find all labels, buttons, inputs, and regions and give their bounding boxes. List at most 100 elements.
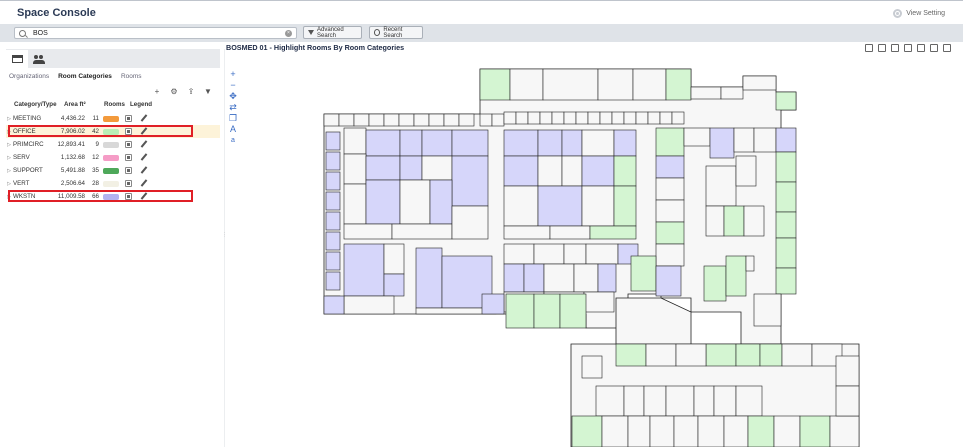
room[interactable]: [583, 291, 615, 313]
room[interactable]: [365, 155, 401, 181]
view-setting-link[interactable]: View Setting: [893, 9, 945, 18]
room[interactable]: [503, 185, 539, 227]
room[interactable]: [775, 237, 797, 269]
room[interactable]: [527, 111, 541, 125]
room[interactable]: [829, 415, 860, 447]
room[interactable]: [365, 179, 401, 225]
room[interactable]: [581, 185, 615, 227]
room[interactable]: [503, 225, 551, 240]
subtab-rooms[interactable]: Rooms: [121, 73, 142, 80]
expand-arrow-icon[interactable]: ▷: [6, 168, 12, 174]
room[interactable]: [451, 205, 489, 240]
workstation[interactable]: [325, 211, 341, 231]
room[interactable]: [671, 111, 685, 125]
room[interactable]: [835, 355, 860, 387]
room[interactable]: [723, 415, 749, 447]
room[interactable]: [615, 343, 647, 367]
room[interactable]: [705, 165, 737, 207]
room[interactable]: [720, 86, 744, 100]
workstation[interactable]: [325, 151, 341, 171]
workstation[interactable]: [325, 231, 341, 251]
clear-search-icon[interactable]: ×: [285, 29, 292, 37]
room[interactable]: [705, 205, 725, 237]
room[interactable]: [542, 68, 599, 101]
tag-icon[interactable]: [904, 44, 912, 52]
list-item[interactable]: ▷ VERT 2,506.64 28: [6, 177, 220, 190]
list-item[interactable]: ▷ WKSTN 11,009.58 66: [6, 190, 220, 203]
room[interactable]: [481, 293, 505, 315]
layers-icon[interactable]: [917, 44, 925, 52]
room[interactable]: [595, 385, 625, 417]
room[interactable]: [368, 113, 385, 127]
room[interactable]: [479, 113, 493, 127]
room[interactable]: [747, 415, 775, 447]
room[interactable]: [587, 111, 601, 125]
room[interactable]: [421, 155, 453, 181]
room[interactable]: [627, 415, 651, 447]
room[interactable]: [775, 181, 797, 213]
room[interactable]: [575, 111, 589, 125]
room[interactable]: [581, 129, 615, 157]
room[interactable]: [643, 385, 667, 417]
room[interactable]: [421, 129, 453, 157]
room[interactable]: [429, 179, 453, 225]
room[interactable]: [415, 247, 443, 309]
room[interactable]: [835, 385, 860, 417]
room[interactable]: [398, 113, 415, 127]
room[interactable]: [723, 205, 745, 237]
room[interactable]: [383, 273, 405, 297]
room[interactable]: [458, 113, 475, 127]
room[interactable]: [323, 113, 340, 127]
room[interactable]: [343, 127, 367, 155]
room[interactable]: [479, 68, 511, 101]
recent-search-button[interactable]: Recent Search: [369, 26, 423, 39]
list-item[interactable]: ▷ PRIMCIRC 12,893.41 9: [6, 138, 220, 151]
room[interactable]: [613, 129, 637, 157]
tab-organization-tree[interactable]: [6, 50, 28, 68]
export-icon[interactable]: ⇪: [187, 87, 195, 97]
settings-icon[interactable]: ⚙: [170, 87, 178, 97]
room[interactable]: [775, 267, 797, 295]
room[interactable]: [509, 68, 544, 101]
room[interactable]: [491, 113, 505, 127]
room[interactable]: [735, 155, 757, 187]
share-icon[interactable]: [943, 44, 951, 52]
edit-icon[interactable]: [140, 193, 147, 200]
room[interactable]: [799, 415, 831, 447]
room[interactable]: [745, 255, 755, 272]
room[interactable]: [515, 111, 529, 125]
room[interactable]: [391, 223, 453, 240]
room[interactable]: [693, 385, 715, 417]
list-item[interactable]: ▷ OFFICE 7,906.02 42: [6, 125, 220, 138]
room[interactable]: [659, 111, 673, 125]
room[interactable]: [645, 343, 677, 367]
room[interactable]: [623, 385, 645, 417]
room[interactable]: [713, 385, 737, 417]
edit-icon[interactable]: [140, 141, 147, 148]
subtab-organizations[interactable]: Organizations: [9, 73, 49, 80]
room[interactable]: [343, 183, 367, 225]
legend-swatch[interactable]: [103, 128, 119, 135]
room[interactable]: [589, 225, 637, 240]
filter-list-icon[interactable]: ▼: [204, 87, 212, 97]
room[interactable]: [753, 293, 782, 327]
list-item[interactable]: ▷ MEETING 4,436.22 11: [6, 112, 220, 125]
expand-arrow-icon[interactable]: ▷: [6, 116, 12, 122]
workstation[interactable]: [325, 131, 341, 151]
room[interactable]: [601, 415, 629, 447]
room[interactable]: [563, 111, 577, 125]
room[interactable]: [533, 243, 565, 265]
edit-icon[interactable]: [140, 115, 147, 122]
room[interactable]: [383, 243, 405, 275]
room[interactable]: [655, 243, 685, 267]
edit-icon[interactable]: [140, 154, 147, 161]
room[interactable]: [655, 221, 685, 245]
room[interactable]: [599, 111, 613, 125]
room[interactable]: [673, 415, 699, 447]
room[interactable]: [343, 295, 395, 315]
room[interactable]: [725, 255, 747, 297]
room[interactable]: [451, 155, 489, 207]
room[interactable]: [537, 185, 583, 227]
room[interactable]: [571, 415, 603, 447]
legend-swatch[interactable]: [103, 154, 119, 161]
